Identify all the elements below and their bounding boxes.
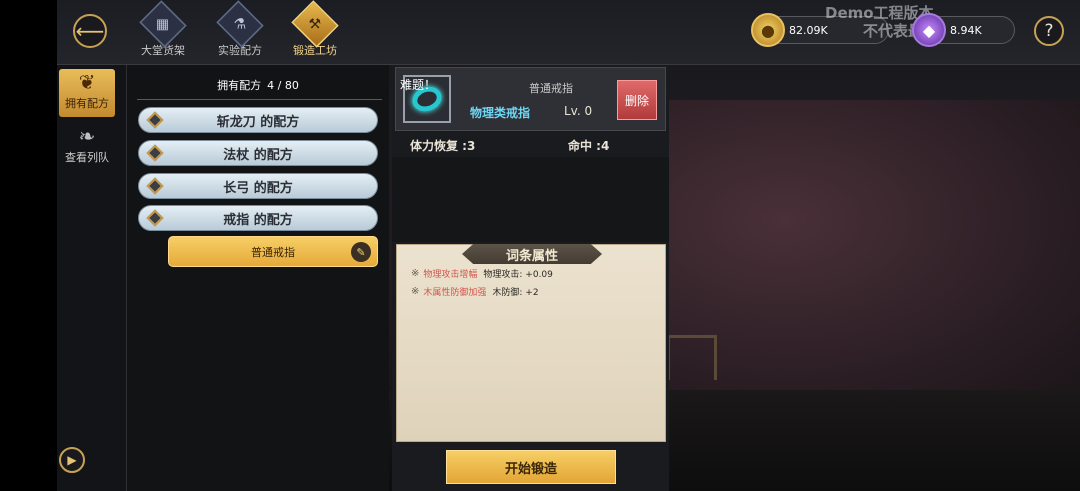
- recipe-row-ring[interactable]: 戒指 的配方: [138, 205, 378, 231]
- affix-name: 物理攻击增幅: [423, 270, 478, 280]
- item-stats: 体力恢复 :3 命中 :4: [392, 135, 669, 155]
- purple-gem-icon: ◆: [912, 13, 946, 47]
- detail-spacer: [392, 157, 669, 242]
- play-arrow-icon: ▶: [67, 453, 77, 467]
- tab-experiment-recipe[interactable]: ⚗ 实验配方: [210, 0, 270, 60]
- recipe-count-value: 4 / 80: [267, 79, 299, 92]
- collapsed-diamond-icon: [146, 177, 164, 195]
- tab-lobby-shelf[interactable]: ▦ 大堂货架: [133, 0, 193, 60]
- recipe-sub-common-ring[interactable]: 普通戒指 ✎: [168, 236, 378, 267]
- question-icon: ?: [1044, 21, 1054, 41]
- collapsed-diamond-icon: [146, 111, 164, 129]
- start-forge-button[interactable]: 开始锻造: [446, 450, 616, 484]
- item-name: 普通戒指: [529, 82, 573, 95]
- affix-title: 词条属性: [462, 244, 602, 264]
- delete-button[interactable]: 删除: [617, 80, 657, 120]
- recipe-row-label: 戒指 的配方: [223, 212, 293, 228]
- affix-mark: ※: [411, 268, 420, 279]
- affix-name: 木属性防御加强: [423, 288, 487, 298]
- pencil-icon[interactable]: ✎: [351, 242, 371, 262]
- gem-value: 8.94K: [950, 23, 982, 37]
- anvil-icon: ⚒: [291, 0, 339, 48]
- sidenav-owned-recipes-label: 拥有配方: [65, 97, 109, 110]
- affix-value: 物理攻击: +0.09: [483, 270, 553, 280]
- gold-value: 82.09K: [789, 23, 828, 37]
- collapse-button[interactable]: ▶: [59, 447, 85, 473]
- item-type: 物理类戒指: [470, 106, 531, 120]
- top-bar: ⟵ ▦ 大堂货架 ⚗ 实验配方 ⚒ 锻造工坊 ● 82.09K Demo工程版本…: [57, 0, 1080, 65]
- sidenav-view-queue[interactable]: ❧ 查看列队: [59, 123, 115, 171]
- side-nav: ❦ 拥有配方 ❧ 查看列队 ▶: [57, 65, 127, 491]
- recipe-count-label: 拥有配方: [217, 79, 262, 92]
- recipe-row-label: 长弓 的配方: [223, 180, 293, 196]
- recipe-sub-label: 普通戒指: [251, 245, 295, 259]
- background-wall: [657, 100, 1080, 400]
- expanded-diamond-icon: [146, 209, 164, 227]
- sidenav-view-queue-label: 查看列队: [65, 151, 109, 164]
- recipe-row-dragon-blade[interactable]: 斩龙刀 的配方: [138, 107, 378, 133]
- back-arrow-icon: ⟵: [75, 19, 105, 43]
- affix-mark: ※: [411, 286, 420, 297]
- recipe-list-panel: 拥有配方 4 / 80 斩龙刀 的配方 法杖 的配方 长弓 的配方 戒指 的配方 …: [127, 65, 389, 491]
- affix-value: 木防御: +2: [492, 288, 539, 298]
- sidenav-owned-recipes[interactable]: ❦ 拥有配方: [59, 69, 115, 117]
- recipe-scroll-icon: ❦: [78, 70, 96, 94]
- screen-edge: [0, 0, 57, 491]
- stat-hit: 命中 :4: [568, 139, 610, 153]
- recipe-row-label: 法杖 的配方: [223, 147, 293, 163]
- recipe-count: 拥有配方 4 / 80: [127, 77, 389, 93]
- collapsed-diamond-icon: [146, 144, 164, 162]
- recipe-row-label: 斩龙刀 的配方: [216, 114, 300, 130]
- item-header: 难题！ 普通戒指 物理类戒指 Lv. 0 删除: [395, 67, 666, 131]
- affix-line: ※ 木属性防御加强 木防御: +2: [411, 285, 539, 298]
- flask-icon: ⚗: [216, 0, 264, 48]
- item-tag: 难题！: [400, 78, 437, 92]
- item-level: Lv. 0: [564, 104, 593, 118]
- back-button[interactable]: ⟵: [73, 14, 107, 48]
- affix-line: ※ 物理攻击增幅 物理攻击: +0.09: [411, 267, 553, 280]
- tab-forge-workshop[interactable]: ⚒ 锻造工坊: [285, 0, 345, 60]
- background-shelf: [667, 335, 717, 380]
- start-forge-label: 开始锻造: [504, 461, 557, 477]
- gem-currency[interactable]: ◆ 8.94K: [912, 13, 1015, 47]
- count-divider: [137, 99, 382, 100]
- recipe-row-longbow[interactable]: 长弓 的配方: [138, 173, 378, 199]
- gold-coin-icon: ●: [751, 13, 785, 47]
- queue-icon: ❧: [78, 124, 96, 148]
- stat-stamina-recovery: 体力恢复 :3: [410, 139, 476, 153]
- affix-scroll: 词条属性 ※ 物理攻击增幅 物理攻击: +0.09 ※ 木属性防御加强 木防御:…: [396, 244, 666, 442]
- shelf-icon: ▦: [139, 0, 187, 48]
- delete-label: 删除: [624, 93, 649, 108]
- help-button[interactable]: ?: [1034, 16, 1064, 46]
- recipe-row-staff[interactable]: 法杖 的配方: [138, 140, 378, 166]
